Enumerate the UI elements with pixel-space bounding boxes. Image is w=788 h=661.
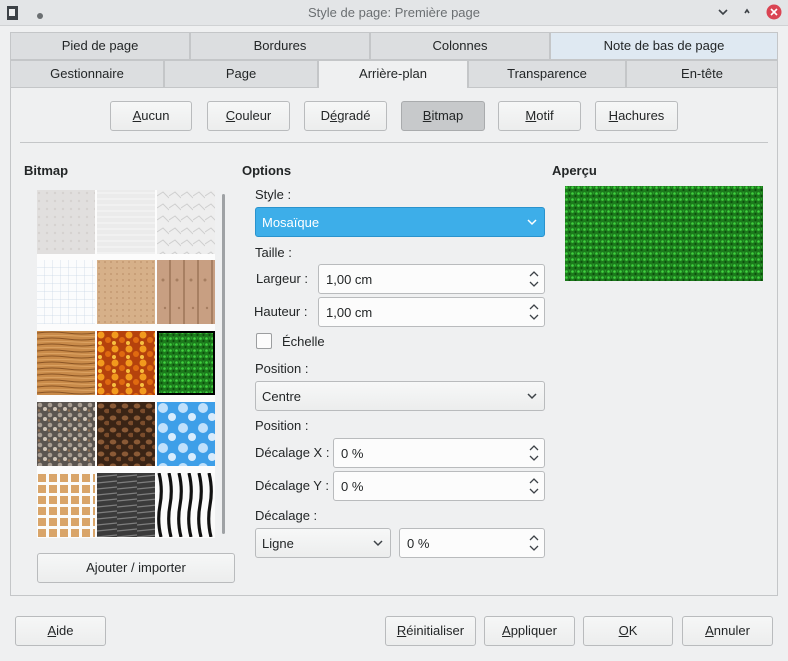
position-label-2: Position : bbox=[255, 418, 309, 433]
bitmap-tile[interactable] bbox=[37, 260, 95, 324]
add-import-button[interactable]: Ajouter / importer bbox=[37, 553, 235, 583]
spin-updown-icon[interactable] bbox=[528, 475, 540, 497]
gradient-button[interactable]: Dégradé bbox=[304, 101, 387, 131]
spin-updown-icon[interactable] bbox=[528, 442, 540, 464]
offset-y-field[interactable]: 0 % bbox=[333, 471, 545, 501]
hatch-button[interactable]: Hachures bbox=[595, 101, 678, 131]
bitmap-tile[interactable] bbox=[97, 260, 155, 324]
tab-organizer[interactable]: Gestionnaire bbox=[10, 60, 164, 88]
cancel-button[interactable]: Annuler bbox=[682, 616, 773, 646]
pattern-button[interactable]: Motif bbox=[498, 101, 581, 131]
close-icon[interactable] bbox=[766, 4, 782, 23]
tab-transparency[interactable]: Transparence bbox=[468, 60, 626, 88]
style-select[interactable]: Mosaïque bbox=[255, 207, 545, 237]
title-bar: Style de page: Première page bbox=[0, 0, 788, 26]
offset-x-field[interactable]: 0 % bbox=[333, 438, 545, 468]
bitmap-tile-selected[interactable] bbox=[157, 331, 215, 395]
tab-columns[interactable]: Colonnes bbox=[370, 32, 550, 60]
minimize-icon[interactable] bbox=[717, 6, 729, 21]
tab-header[interactable]: En-tête bbox=[626, 60, 778, 88]
chevron-down-icon bbox=[527, 219, 537, 226]
width-field[interactable]: 1,00 cm bbox=[318, 264, 545, 294]
offset-y-label: Décalage Y : bbox=[255, 478, 329, 493]
spin-updown-icon[interactable] bbox=[528, 268, 540, 290]
bitmap-tile[interactable] bbox=[37, 473, 95, 537]
height-field[interactable]: 1,00 cm bbox=[318, 297, 545, 327]
bitmap-tile[interactable] bbox=[157, 260, 215, 324]
scale-checkbox[interactable] bbox=[256, 333, 272, 349]
gallery-scrollbar[interactable] bbox=[222, 194, 225, 534]
spin-updown-icon[interactable] bbox=[528, 301, 540, 323]
width-label: Largeur : bbox=[256, 271, 309, 286]
bitmap-tile[interactable] bbox=[37, 331, 95, 395]
tab-footnote[interactable]: Note de bas de page bbox=[550, 32, 778, 60]
chevron-down-icon bbox=[373, 540, 383, 547]
offset-label: Décalage : bbox=[255, 508, 318, 523]
position-label: Position : bbox=[255, 361, 309, 376]
ok-button[interactable]: OK bbox=[583, 616, 673, 646]
preview-title: Aperçu bbox=[552, 163, 597, 178]
window-title: Style de page: Première page bbox=[308, 5, 480, 20]
apply-button[interactable]: Appliquer bbox=[484, 616, 575, 646]
bitmap-tile[interactable] bbox=[97, 473, 155, 537]
tab-borders[interactable]: Bordures bbox=[190, 32, 370, 60]
color-button[interactable]: Couleur bbox=[207, 101, 290, 131]
chevron-down-icon bbox=[527, 393, 537, 400]
options-title: Options bbox=[242, 163, 292, 178]
scale-label: Échelle bbox=[282, 334, 325, 349]
bitmap-tile[interactable] bbox=[157, 473, 215, 537]
offset-value-field[interactable]: 0 % bbox=[399, 528, 545, 558]
style-label: Style : bbox=[255, 187, 292, 202]
bitmap-tile[interactable] bbox=[37, 402, 95, 466]
tab-footer[interactable]: Pied de page bbox=[10, 32, 190, 60]
bitmap-tile[interactable] bbox=[97, 402, 155, 466]
spin-updown-icon[interactable] bbox=[528, 532, 540, 554]
height-label: Hauteur : bbox=[254, 304, 308, 319]
bitmap-tile[interactable] bbox=[97, 331, 155, 395]
maximize-icon[interactable] bbox=[741, 6, 753, 21]
offset-x-label: Décalage X : bbox=[255, 445, 330, 460]
bitmap-tile[interactable] bbox=[97, 190, 155, 254]
offset-mode-select[interactable]: Ligne bbox=[255, 528, 391, 558]
preview-image bbox=[565, 186, 763, 281]
bitmap-gallery bbox=[37, 190, 215, 538]
bitmap-section-title: Bitmap bbox=[24, 163, 69, 178]
size-label: Taille : bbox=[255, 245, 292, 260]
bitmap-button[interactable]: Bitmap bbox=[401, 101, 485, 131]
separator bbox=[20, 142, 768, 143]
reset-button[interactable]: Réinitialiser bbox=[385, 616, 476, 646]
bitmap-tile[interactable] bbox=[157, 402, 215, 466]
position-select[interactable]: Centre bbox=[255, 381, 545, 411]
bitmap-tile[interactable] bbox=[37, 190, 95, 254]
tab-page[interactable]: Page bbox=[164, 60, 318, 88]
tab-background[interactable]: Arrière-plan bbox=[318, 60, 468, 89]
none-button[interactable]: Aucun bbox=[110, 101, 192, 131]
bitmap-tile[interactable] bbox=[157, 190, 215, 254]
help-button[interactable]: Aide bbox=[15, 616, 106, 646]
